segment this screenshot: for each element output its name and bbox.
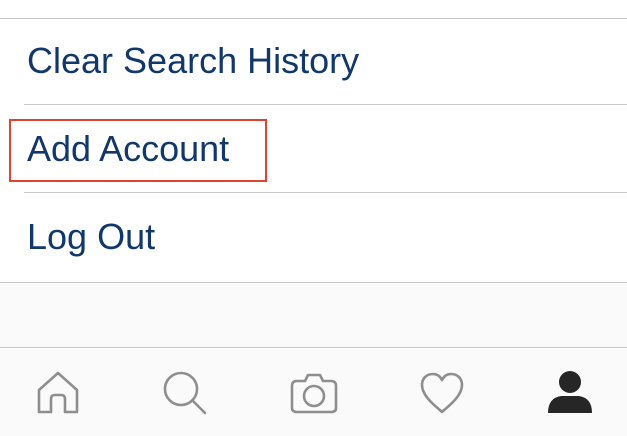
bottom-tab-bar xyxy=(0,347,627,436)
camera-icon xyxy=(290,373,338,414)
log-out-label: Log Out xyxy=(27,216,156,257)
clear-search-history-label: Clear Search History xyxy=(27,40,360,81)
tab-home[interactable] xyxy=(31,366,85,420)
divider xyxy=(24,192,627,193)
tab-profile[interactable] xyxy=(543,366,597,420)
tab-search[interactable] xyxy=(158,366,212,420)
home-icon xyxy=(37,371,79,414)
add-account-button[interactable]: Add Account xyxy=(0,106,627,192)
search-icon xyxy=(163,371,207,415)
divider xyxy=(24,104,627,105)
log-out-button[interactable]: Log Out xyxy=(0,194,627,280)
settings-menu: Clear Search History Add Account Log Out xyxy=(0,0,627,283)
tab-camera[interactable] xyxy=(287,366,341,420)
tab-activity[interactable] xyxy=(415,366,469,420)
heart-icon xyxy=(420,372,464,414)
add-account-label: Add Account xyxy=(27,128,230,169)
profile-icon xyxy=(548,371,592,413)
clear-search-history-button[interactable]: Clear Search History xyxy=(0,18,627,104)
